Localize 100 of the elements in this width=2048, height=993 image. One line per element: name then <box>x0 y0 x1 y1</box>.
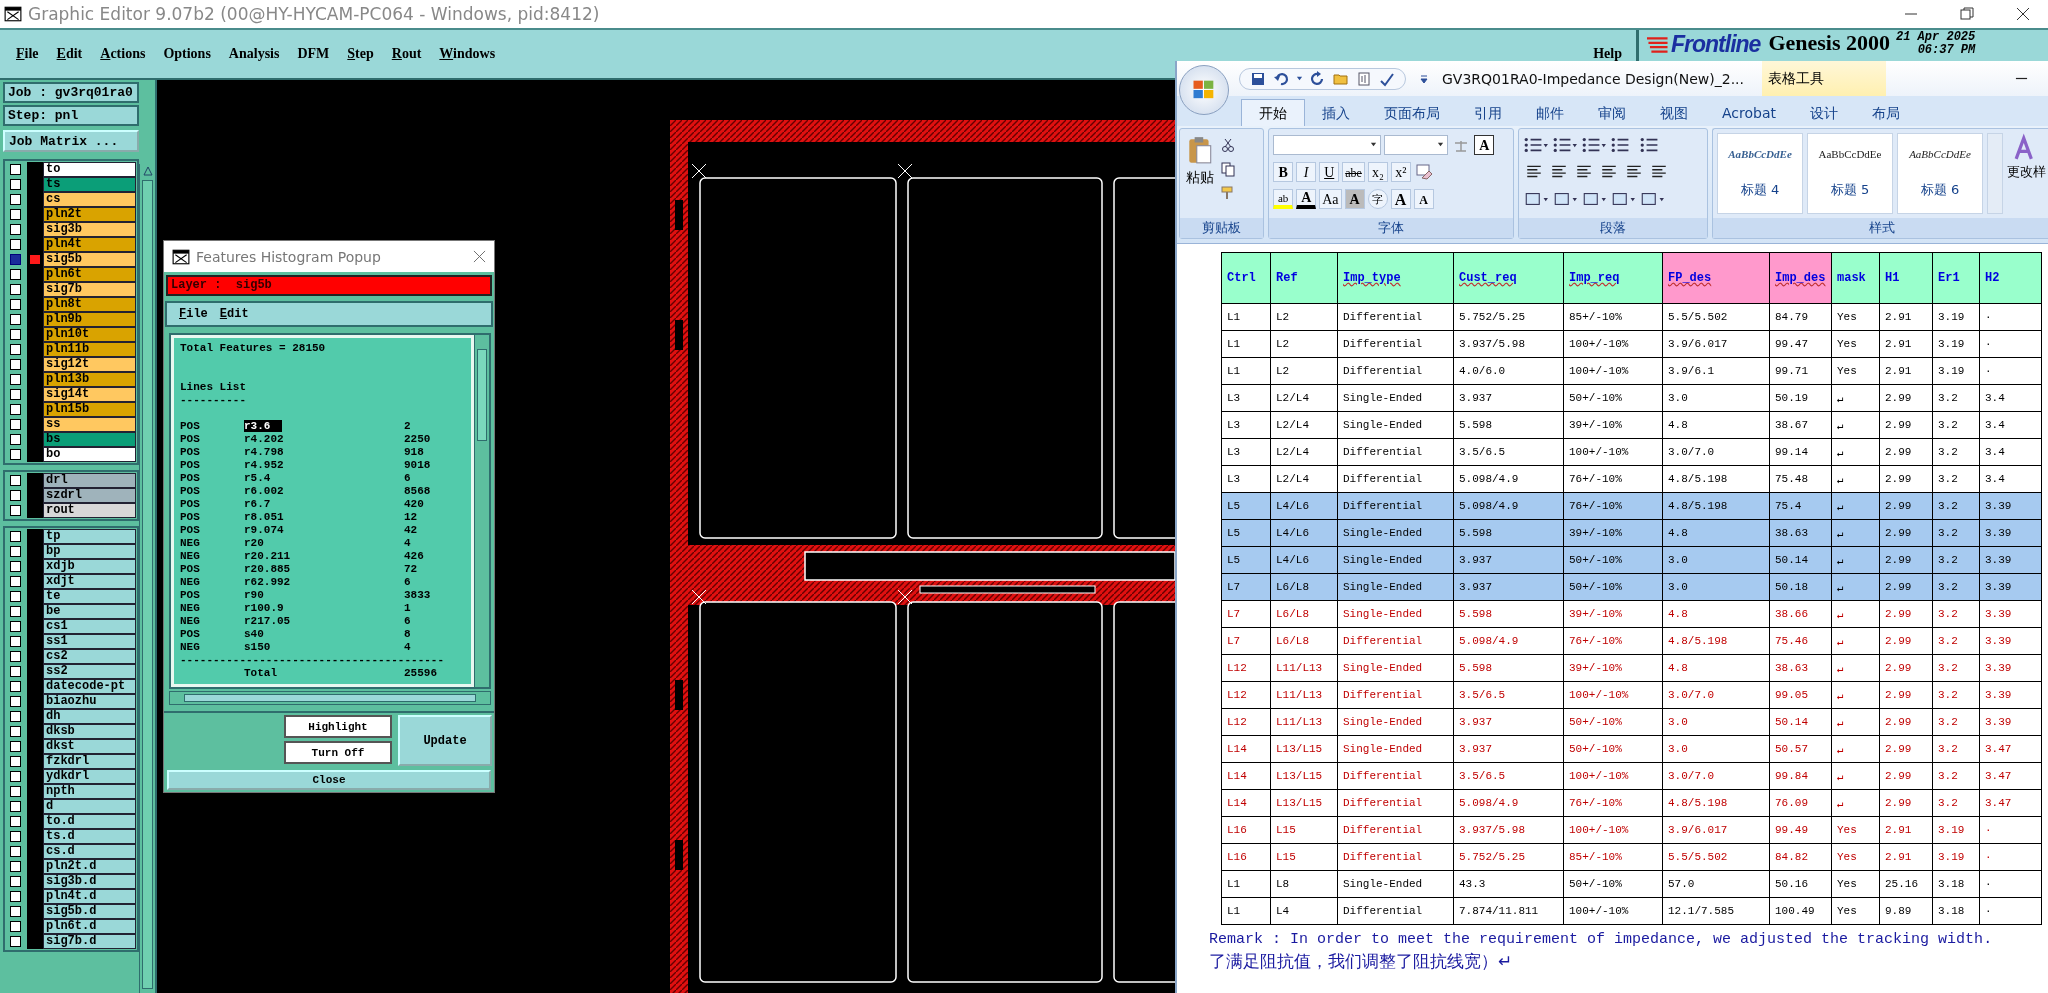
layer-checkbox[interactable] <box>10 921 21 932</box>
font-format-button[interactable]: abe <box>1342 161 1365 182</box>
symbol-text[interactable]: s40 <box>244 628 264 641</box>
layer-checkbox[interactable] <box>10 756 21 767</box>
copy-icon[interactable] <box>1220 161 1236 177</box>
layer-name[interactable]: sig3b.d <box>43 874 137 889</box>
layer-name[interactable]: dkst <box>43 739 137 754</box>
symbol-text[interactable]: r90 <box>244 589 264 602</box>
layer-name[interactable]: ts <box>43 177 137 192</box>
scroll-up-icon[interactable] <box>142 166 153 176</box>
layer-name[interactable]: cs2 <box>43 649 137 664</box>
layer-checkbox[interactable] <box>10 801 21 812</box>
layer-checkbox[interactable] <box>10 741 21 752</box>
layer-checkbox[interactable] <box>10 179 21 190</box>
layer-checkbox[interactable] <box>10 239 21 250</box>
menu-item[interactable]: File <box>179 307 208 322</box>
menu-item[interactable]: Analysis <box>228 46 280 62</box>
layer-name[interactable]: bp <box>43 544 137 559</box>
turn-off-button[interactable]: Turn Off <box>284 741 392 765</box>
layer-checkbox[interactable] <box>10 269 21 280</box>
ribbon-tab[interactable]: 布局 <box>1855 100 1917 126</box>
font-format-button[interactable]: A <box>1296 188 1317 209</box>
layer-checkbox[interactable] <box>10 194 21 205</box>
layer-name[interactable]: tp <box>43 529 137 544</box>
layer-name[interactable]: pln2t <box>43 207 137 222</box>
symbol-text[interactable]: r4.798 <box>244 446 284 459</box>
layer-name[interactable]: pln9b <box>43 312 137 327</box>
layer-name[interactable]: cs1 <box>43 619 137 634</box>
scrollbar[interactable] <box>474 335 489 688</box>
layer-name[interactable]: dksb <box>43 724 137 739</box>
layer-checkbox[interactable] <box>10 936 21 947</box>
font-format-button[interactable]: B <box>1273 161 1294 182</box>
layer-checkbox[interactable] <box>10 846 21 857</box>
layer-name[interactable]: pln15b <box>43 402 137 417</box>
layer-name[interactable]: ts.d <box>43 829 137 844</box>
symbol-text[interactable]: r20.211 <box>244 550 291 563</box>
font-format-button[interactable]: U <box>1319 161 1340 182</box>
paste-button[interactable]: 粘贴 <box>1184 133 1216 214</box>
layer-checkbox[interactable] <box>10 711 21 722</box>
menu-item[interactable]: Edit <box>56 46 83 62</box>
layer-checkbox[interactable] <box>10 531 21 542</box>
layer-name[interactable]: cs.d <box>43 844 137 859</box>
character-border-button[interactable]: A <box>1474 134 1495 155</box>
layer-name[interactable]: sig3b <box>43 222 137 237</box>
symbol-text[interactable]: r6.002 <box>244 485 284 498</box>
ribbon-tab[interactable]: 视图 <box>1643 100 1705 126</box>
layer-name[interactable]: xdjb <box>43 559 137 574</box>
highlight-button[interactable]: Highlight <box>284 715 392 739</box>
layer-checkbox[interactable] <box>10 546 21 557</box>
layer-name[interactable]: pln8t <box>43 297 137 312</box>
font-format-button[interactable]: Aa <box>1319 188 1342 209</box>
font-format-button[interactable]: I <box>1296 161 1317 182</box>
layer-checkbox[interactable] <box>10 771 21 782</box>
layer-name[interactable]: pln6t <box>43 267 137 282</box>
layer-name[interactable]: pln2t.d <box>43 859 137 874</box>
symbol-text[interactable]: r4.202 <box>244 433 284 446</box>
symbol-text[interactable]: r5.4 <box>244 472 271 485</box>
layer-name[interactable]: sig7b.d <box>43 934 137 949</box>
layer-checkbox[interactable] <box>10 591 21 602</box>
menu-item[interactable]: Actions <box>100 46 146 62</box>
symbol-text[interactable]: r3.6 <box>244 420 283 433</box>
layer-checkbox[interactable] <box>10 329 21 340</box>
layer-checkbox[interactable] <box>10 209 21 220</box>
restore-icon[interactable] <box>1960 7 1974 21</box>
layer-checkbox[interactable] <box>10 505 21 516</box>
font-format-button[interactable]: ab <box>1273 188 1294 209</box>
layer-name[interactable]: pln4t <box>43 237 137 252</box>
symbol-text[interactable]: r217.05 <box>244 615 291 628</box>
cut-icon[interactable] <box>1220 137 1236 153</box>
layer-name[interactable]: pln11b <box>43 342 137 357</box>
scrollbar[interactable] <box>139 164 155 993</box>
layer-name[interactable]: rout <box>43 503 137 518</box>
change-styles-button[interactable]: 更改样 <box>2007 133 2046 214</box>
layer-checkbox[interactable] <box>10 284 21 295</box>
menu-item[interactable]: Rout <box>391 46 422 62</box>
save-icon[interactable] <box>1250 70 1266 87</box>
layer-checkbox[interactable] <box>10 831 21 842</box>
menu-item[interactable]: DFM <box>297 46 330 62</box>
job-matrix-button[interactable]: Job Matrix ... <box>3 130 140 152</box>
redo-icon[interactable] <box>1310 70 1326 87</box>
ribbon-tab[interactable]: 设计 <box>1793 100 1855 126</box>
symbol-text[interactable]: r8.051 <box>244 511 284 524</box>
layer-checkbox[interactable] <box>10 606 21 617</box>
layer-name[interactable]: datecode-pt <box>43 679 137 694</box>
ribbon-tab[interactable]: 插入 <box>1305 100 1367 126</box>
symbol-text[interactable]: r20.885 <box>244 563 291 576</box>
layer-checkbox[interactable] <box>10 636 21 647</box>
layer-checkbox[interactable] <box>10 906 21 917</box>
layer-checkbox[interactable] <box>10 561 21 572</box>
layer-name[interactable]: sig7b <box>43 282 137 297</box>
layer-name[interactable]: pln4t.d <box>43 889 137 904</box>
undo-icon[interactable] <box>1273 70 1289 87</box>
layer-name[interactable]: biaozhu <box>43 694 137 709</box>
dropdown-icon[interactable] <box>1296 75 1303 82</box>
help-menu[interactable]: Help <box>1593 46 1622 62</box>
layer-checkbox[interactable] <box>10 786 21 797</box>
font-size-field[interactable] <box>1384 134 1449 155</box>
style-swatch[interactable]: AaBbCcDdEe 标题 4 <box>1717 133 1803 214</box>
layer-name[interactable]: npth <box>43 784 137 799</box>
menu-item[interactable]: Options <box>163 46 211 62</box>
